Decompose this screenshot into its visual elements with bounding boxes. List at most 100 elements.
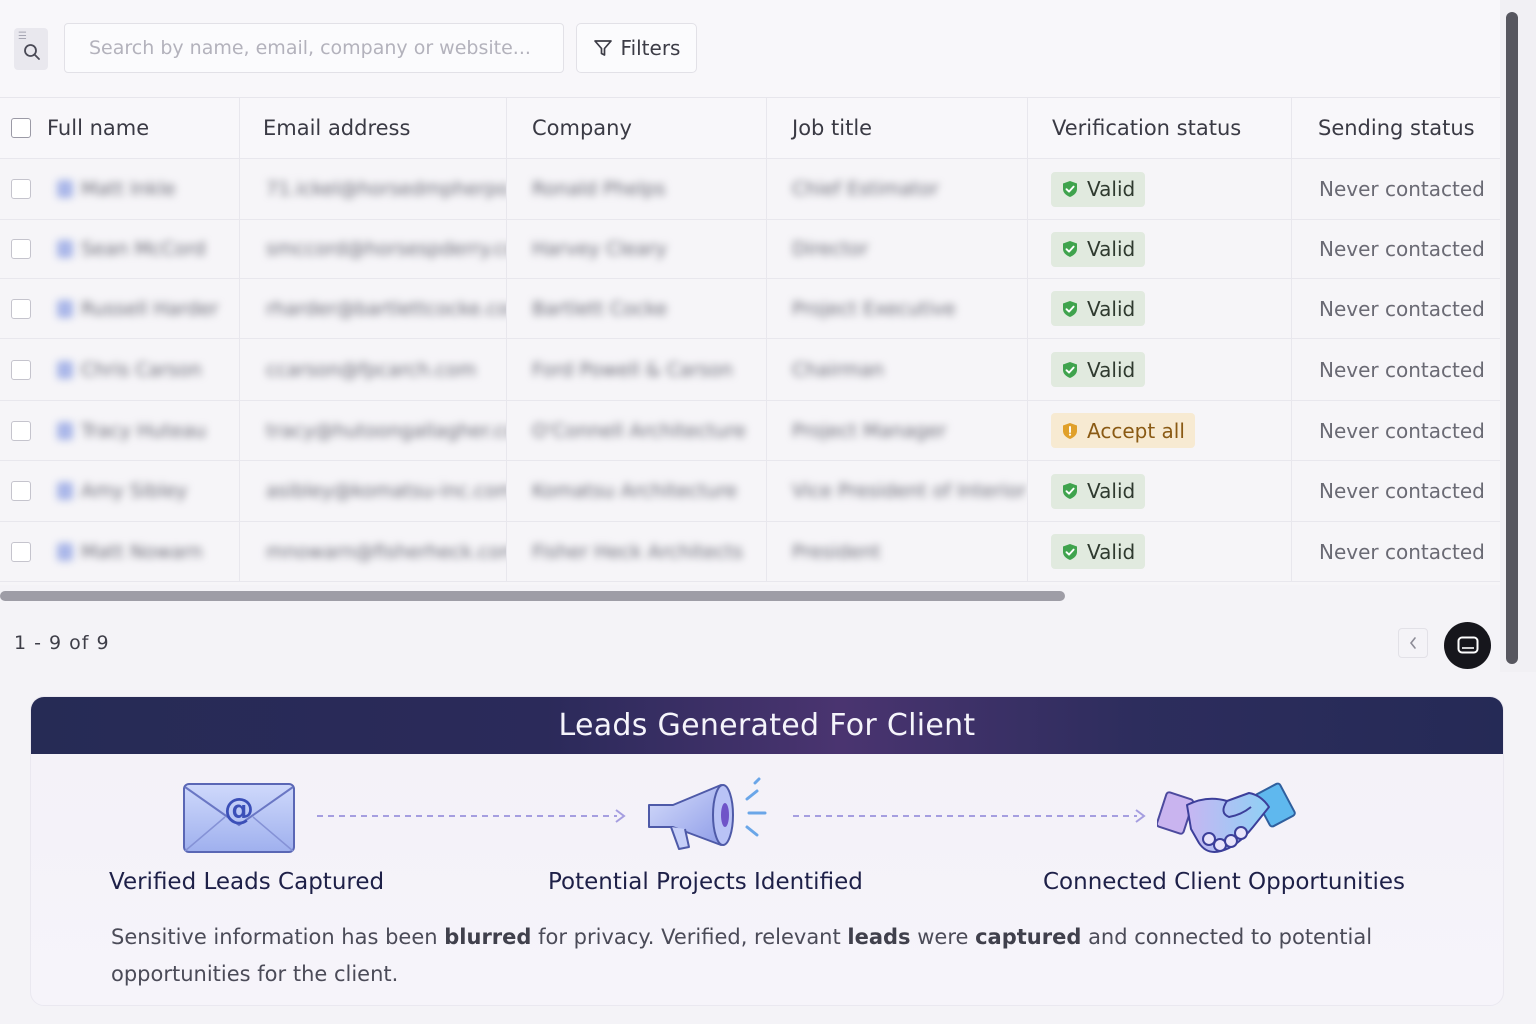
table-header-row: Full name Email address Company Job titl… (0, 98, 1500, 159)
status-badge: Valid (1051, 291, 1146, 326)
column-header-company[interactable]: Company (507, 98, 767, 158)
note-text: for privacy. Verified, relevant (531, 925, 848, 949)
cell-email-text: ccarson@fpcarch.com (266, 358, 477, 381)
list-lines-icon: ☰ (18, 31, 27, 42)
privacy-note: Sensitive information has been blurred f… (111, 919, 1411, 993)
full-name-text: Matt Inkle (81, 178, 176, 200)
search-box[interactable] (64, 23, 564, 73)
search-input[interactable] (89, 37, 563, 59)
cell-company-text: Komatsu Architecture (532, 480, 738, 502)
funnel-icon (593, 40, 612, 56)
cell-email: ccarson@fpcarch.com (240, 339, 507, 400)
row-checkbox[interactable] (11, 298, 31, 319)
full-name-text: Tracy Huteau (81, 419, 207, 442)
cell-job-title: Project Executive (767, 279, 1028, 338)
cell-company: Ronald Phelps (507, 159, 767, 219)
step-label-potential-projects: Potential Projects Identified (548, 869, 863, 895)
cell-sending-status: Never contacted (1292, 461, 1500, 521)
row-checkbox[interactable] (11, 541, 31, 562)
vertical-scrollbar-thumb[interactable] (1506, 12, 1518, 664)
cell-verification-status: Valid (1028, 461, 1292, 521)
full-name-text: Russell Harder (81, 297, 219, 320)
cell-sending-status: Never contacted (1292, 339, 1500, 400)
arrow-right-icon (615, 809, 626, 823)
sending-status-text: Never contacted (1319, 539, 1485, 564)
step-label-client-opportunities: Connected Client Opportunities (1043, 869, 1405, 895)
row-checkbox[interactable] (11, 179, 31, 199)
envelope-at-icon: @ (183, 783, 295, 853)
cell-verification-status: Valid (1028, 159, 1292, 219)
avatar (57, 299, 73, 318)
status-badge-label: Accept all (1087, 418, 1185, 443)
view-toggle-button[interactable]: ☰ (14, 28, 48, 70)
cell-verification-status: Valid (1028, 522, 1292, 581)
table-row[interactable]: Matt Nowarn mnowarn@fisherheck.com Fisher … (0, 522, 1500, 582)
svg-text:@: @ (224, 792, 254, 827)
column-label: Email address (263, 116, 411, 140)
cell-job-title-text: President (792, 540, 881, 563)
check-shield-icon (1063, 300, 1077, 317)
cell-sending-status: Never contacted (1292, 159, 1500, 219)
cell-company: O'Connell Architecture (507, 401, 767, 460)
pagination-bar: 1 - 9 of 9 (0, 612, 1500, 672)
cell-full-name: Matt Nowarn (0, 522, 240, 581)
chat-icon (1457, 636, 1478, 653)
avatar (57, 240, 73, 258)
table-row[interactable]: Sean McCord smccord@horsespderry.com Harve… (0, 220, 1500, 279)
chat-launcher-button[interactable] (1444, 622, 1491, 669)
cell-email-text: 71.ickel@horsedmpherpo.com (266, 178, 507, 200)
cell-email: rharder@bartlettcocke.com (240, 279, 507, 338)
cell-email: smccord@horsespderry.com (240, 220, 507, 278)
row-checkbox[interactable] (11, 359, 31, 380)
select-all-checkbox[interactable] (11, 118, 31, 138)
cell-company: Fisher Heck Architects (507, 522, 767, 581)
status-badge-label: Valid (1087, 357, 1136, 382)
chevron-left-icon (1409, 637, 1416, 649)
table-row[interactable]: Amy Sibley asibley@komatsu-inc.com Komatsu… (0, 461, 1500, 522)
cell-full-name: Amy Sibley (0, 461, 240, 521)
cell-job-title-text: Chief Estimator (792, 178, 939, 200)
cell-email: mnowarn@fisherheck.com (240, 522, 507, 581)
column-header-email[interactable]: Email address (240, 98, 507, 158)
table-row[interactable]: Matt Inkle 71.ickel@horsedmpherpo.com Rona… (0, 159, 1500, 220)
column-header-verification-status[interactable]: Verification status (1028, 98, 1292, 158)
cell-job-title-text: Chairman (792, 358, 884, 381)
column-header-job-title[interactable]: Job title (767, 98, 1028, 158)
row-checkbox[interactable] (11, 420, 31, 441)
cell-email: 71.ickel@horsedmpherpo.com (240, 159, 507, 219)
avatar (57, 542, 73, 561)
filters-button[interactable]: Filters (576, 23, 697, 73)
cell-full-name: Sean McCord (0, 220, 240, 278)
sending-status-text: Never contacted (1319, 479, 1485, 503)
cell-job-title: Vice President of Interior (767, 461, 1028, 521)
cell-verification-status: Valid (1028, 220, 1292, 278)
previous-page-button[interactable] (1398, 628, 1428, 658)
horizontal-scrollbar[interactable] (0, 591, 1065, 601)
column-label: Job title (792, 116, 873, 140)
note-text: were (910, 925, 976, 949)
column-header-sending-status[interactable]: Sending status (1292, 98, 1500, 158)
cell-company: Ford Powell & Carson (507, 339, 767, 400)
full-name-text: Matt Nowarn (81, 540, 203, 563)
cell-full-name: Chris Carson (0, 339, 240, 400)
table-row[interactable]: Russell Harder rharder@bartlettcocke.com B… (0, 279, 1500, 339)
cell-email-text: smccord@horsespderry.com (266, 238, 506, 260)
table-row[interactable]: Chris Carson ccarson@fpcarch.com Ford Powe… (0, 339, 1500, 401)
status-badge-label: Valid (1087, 177, 1136, 201)
cell-email-text: asibley@komatsu-inc.com (266, 480, 507, 502)
status-badge-label: Valid (1087, 479, 1136, 503)
card-title: Leads Generated For Client (558, 708, 976, 743)
cell-job-title: President (767, 522, 1028, 581)
status-badge-label: Valid (1087, 296, 1136, 321)
sending-status-text: Never contacted (1319, 296, 1485, 321)
note-text: Sensitive information has been (111, 925, 445, 949)
cell-job-title-text: Vice President of Interior (792, 480, 1027, 502)
cell-job-title-text: Project Executive (792, 297, 956, 320)
row-checkbox[interactable] (11, 481, 31, 501)
cell-email-text: rharder@bartlettcocke.com (266, 297, 507, 320)
column-header-full-name: Full name (0, 98, 240, 158)
note-emphasis: leads (847, 925, 911, 949)
row-checkbox[interactable] (11, 239, 31, 259)
cell-email: tracy@hutoongallagher.com (240, 401, 507, 460)
table-row[interactable]: Tracy Huteau tracy@hutoongallagher.com O'C… (0, 401, 1500, 461)
